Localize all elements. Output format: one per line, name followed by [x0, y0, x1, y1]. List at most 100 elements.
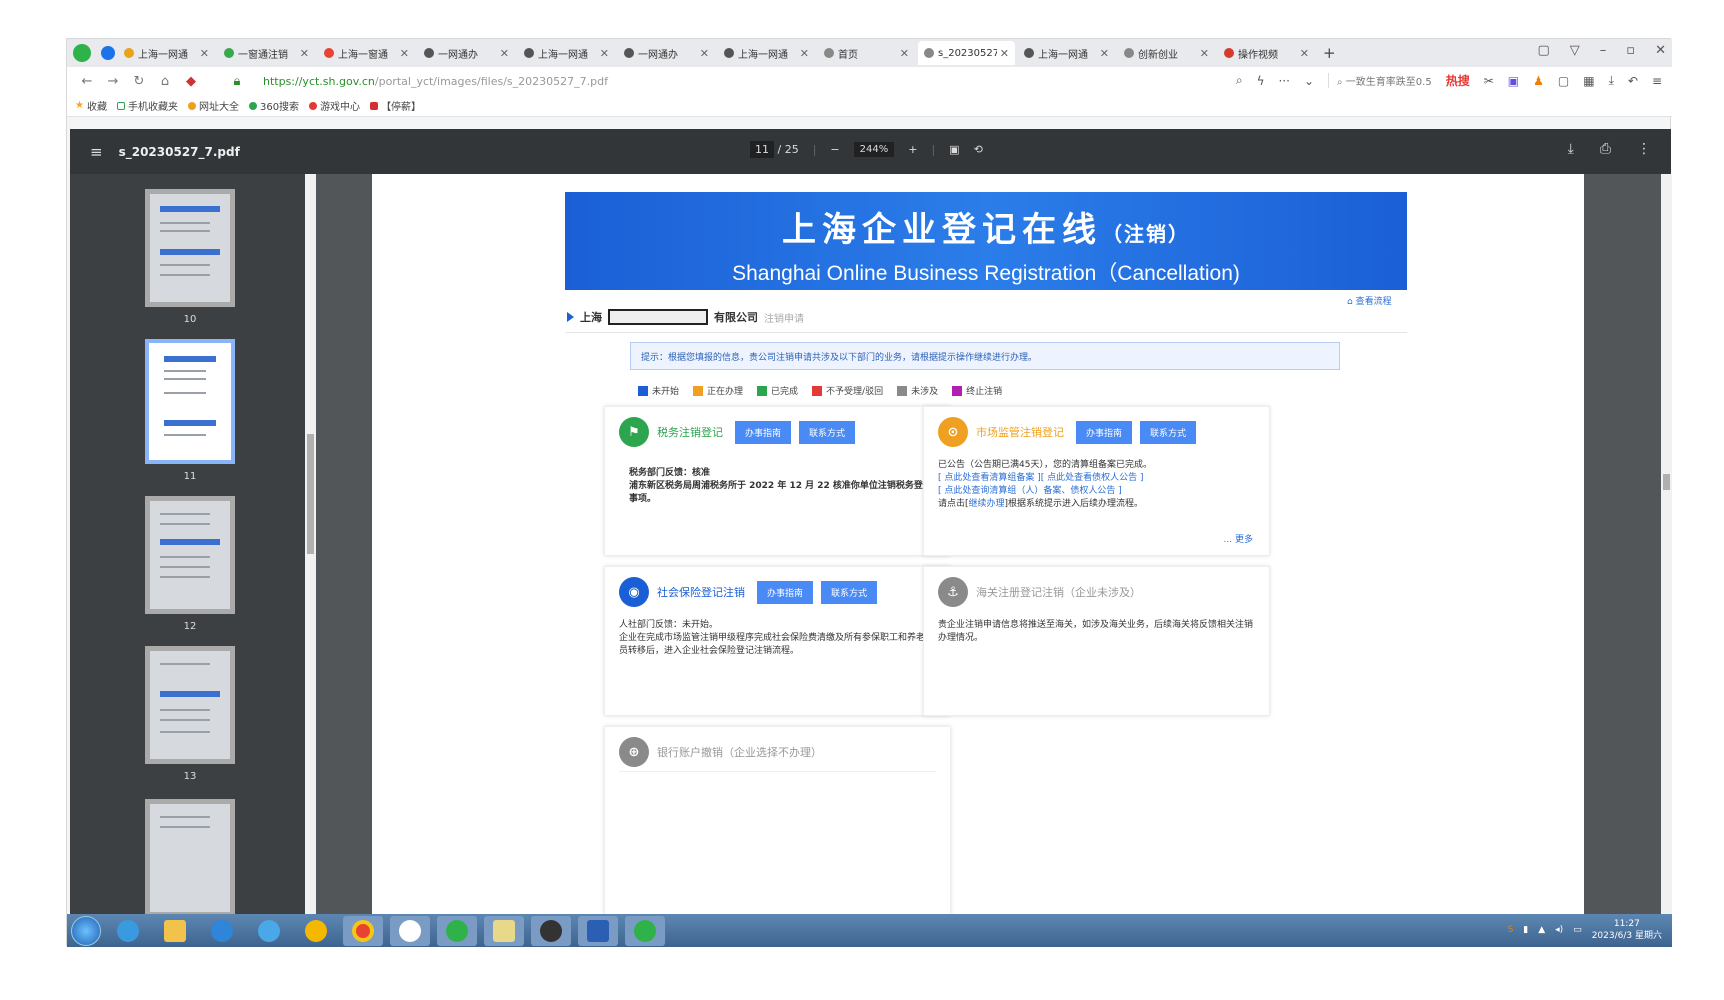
hot-search-label[interactable]: 热搜 — [1446, 72, 1470, 89]
translate-icon[interactable]: ▣ — [1508, 74, 1519, 88]
contact-button[interactable]: 联系方式 — [1140, 420, 1197, 444]
tab-close-icon[interactable]: ✕ — [500, 47, 509, 60]
taskbar-search-icon[interactable] — [202, 916, 242, 946]
thumbnail-page-12[interactable] — [145, 496, 235, 614]
browser-tab[interactable]: 一网通办 ✕ — [418, 41, 515, 65]
creditor-notice-link[interactable]: [ 点此处查看债权人公告 ] — [1041, 473, 1144, 483]
browser-tab[interactable]: 上海一网通 ✕ — [518, 41, 615, 65]
bookmark-favorites[interactable]: ★ 收藏 — [75, 98, 107, 113]
tab-close-icon[interactable]: ✕ — [900, 47, 909, 60]
browser-tab[interactable]: s_20230527 ✕ — [918, 41, 1015, 65]
chevron-down-icon[interactable]: ⌄ — [1304, 74, 1314, 88]
battery-icon[interactable]: ▮ — [1523, 925, 1528, 935]
tab-close-icon[interactable]: ✕ — [400, 47, 409, 60]
bookmark-hao[interactable]: 网址大全 — [187, 98, 239, 113]
browser-tab[interactable]: 上海一网通 ✕ — [118, 41, 215, 65]
zoom-icon[interactable]: ⌕ — [1236, 73, 1243, 88]
tab-close-icon[interactable]: ✕ — [600, 47, 609, 60]
tab-close-icon[interactable]: ✕ — [700, 47, 709, 60]
continue-link[interactable]: 继续办理 — [969, 499, 1005, 509]
tab-close-icon[interactable]: ✕ — [800, 47, 809, 60]
game-icon[interactable]: ♟ — [1533, 74, 1544, 88]
taskbar-player-icon[interactable] — [296, 916, 336, 946]
tab-close-icon[interactable]: ✕ — [300, 47, 309, 60]
input-icon[interactable]: ▭ — [1573, 925, 1582, 935]
volume-icon[interactable]: ◂) — [1555, 925, 1563, 935]
search-input[interactable]: ⌕ 一致生育率跌至0.5 — [1328, 73, 1432, 88]
bookmark-game[interactable]: 游戏中心 — [309, 98, 360, 113]
sogou-icon[interactable]: S — [1508, 925, 1514, 935]
apps-icon[interactable]: ▦ — [1583, 74, 1594, 88]
browser-tab[interactable]: 一网通办 ✕ — [618, 41, 715, 65]
query-filing-link[interactable]: [ 点此处查询清算组（人）备案、债权人公告 ] — [938, 485, 1253, 498]
taskbar-folder2-icon[interactable] — [484, 915, 524, 946]
guide-button[interactable]: 办事指南 — [757, 580, 814, 604]
zoom-out-button[interactable]: − — [830, 143, 839, 156]
taskbar-chrome-icon[interactable] — [343, 915, 383, 946]
hamburger-menu-icon[interactable]: ≡ — [90, 143, 103, 161]
clock[interactable]: 11:27 2023/6/3 星期六 — [1592, 918, 1662, 942]
tab-close-icon[interactable]: ✕ — [1300, 47, 1309, 60]
forward-icon[interactable]: → — [103, 74, 123, 89]
bookmark-mobile[interactable]: 手机收藏夹 — [116, 98, 178, 113]
download-icon[interactable]: ⤓ — [1609, 73, 1614, 88]
browser-tab[interactable]: 上海一网通 ✕ — [1018, 41, 1115, 65]
zoom-in-button[interactable]: + — [908, 143, 917, 156]
back-icon[interactable]: ← — [77, 74, 97, 89]
undo-icon[interactable]: ↶ — [1628, 74, 1638, 88]
taskbar-ie2-icon[interactable] — [249, 916, 289, 946]
more-link[interactable]: ... 更多 — [1224, 532, 1253, 545]
browser-tab[interactable]: 创新创业 ✕ — [1118, 41, 1215, 65]
bag-icon[interactable]: ◆ — [181, 74, 201, 89]
contact-button[interactable]: 联系方式 — [799, 420, 856, 444]
sidebar-scrollbar[interactable] — [305, 174, 316, 914]
taskbar-ie-icon[interactable] — [108, 916, 148, 946]
browser-tab[interactable]: 首页 ✕ — [818, 41, 915, 65]
thumbnail-page-10[interactable] — [145, 189, 235, 307]
tab-close-icon[interactable]: ✕ — [1200, 47, 1209, 60]
zoom-input[interactable]: 244% — [853, 142, 895, 157]
taskbar-app-icon[interactable] — [531, 915, 571, 946]
network-icon[interactable]: ▲ — [1538, 925, 1545, 935]
start-button[interactable] — [71, 915, 101, 946]
taskbar-wechat-icon[interactable] — [625, 915, 665, 946]
url-input[interactable]: https://yct.sh.gov.cn/portal_yct/images/… — [263, 75, 983, 88]
taskbar-folder-icon[interactable] — [155, 916, 195, 946]
shield-icon[interactable] — [101, 46, 115, 60]
thumbnail-page-13[interactable] — [145, 646, 235, 764]
contact-button[interactable]: 联系方式 — [821, 580, 878, 604]
print-icon[interactable]: ⎙ — [1600, 141, 1611, 157]
sidebar-toggle-icon[interactable]: ▢ — [1537, 43, 1549, 58]
browser-tab[interactable]: 上海一窗通 ✕ — [318, 41, 415, 65]
download-icon[interactable]: ⤓ — [1568, 141, 1574, 157]
scissors-icon[interactable]: ✂ — [1484, 74, 1494, 88]
tab-close-icon[interactable]: ✕ — [1100, 47, 1109, 60]
tab-close-icon[interactable]: ✕ — [1000, 47, 1009, 60]
window-icon[interactable]: ▢ — [1558, 74, 1569, 88]
bookmark-other[interactable]: 【停薪】 — [370, 98, 421, 113]
new-tab-button[interactable]: + — [1323, 44, 1336, 62]
taskbar-word-icon[interactable] — [578, 915, 618, 946]
more-icon[interactable]: ··· — [1278, 74, 1289, 88]
viewport-scrollbar[interactable] — [1661, 174, 1672, 914]
flash-icon[interactable]: ϟ — [1257, 74, 1265, 88]
shirt-icon[interactable]: ▽ — [1570, 43, 1580, 58]
view-flow-link[interactable]: ⌂ 查看流程 — [1347, 294, 1392, 307]
minimize-button[interactable]: – — [1600, 43, 1607, 58]
more-options-icon[interactable]: ⋮ — [1637, 141, 1651, 157]
taskbar-baidu-icon[interactable] — [390, 915, 430, 946]
tab-close-icon[interactable]: ✕ — [200, 47, 209, 60]
close-window-button[interactable]: ✕ — [1655, 43, 1666, 58]
refresh-icon[interactable]: ↻ — [129, 74, 149, 89]
thumbnail-page-14[interactable] — [145, 799, 235, 914]
home-icon[interactable]: ⌂ — [155, 74, 175, 89]
liquidation-filing-link[interactable]: [ 点此处查看清算组备案 ] — [938, 473, 1041, 483]
browser-tab[interactable]: 上海一网通 ✕ — [718, 41, 815, 65]
maximize-button[interactable]: ▫ — [1626, 43, 1635, 58]
guide-button[interactable]: 办事指南 — [1076, 420, 1133, 444]
bookmark-360[interactable]: 360搜索 — [248, 98, 299, 113]
taskbar-360-browser-icon[interactable] — [437, 915, 477, 946]
fit-page-icon[interactable]: ▣ — [949, 143, 959, 156]
rotate-icon[interactable]: ⟲ — [974, 143, 983, 156]
menu-icon[interactable]: ≡ — [1652, 74, 1662, 88]
